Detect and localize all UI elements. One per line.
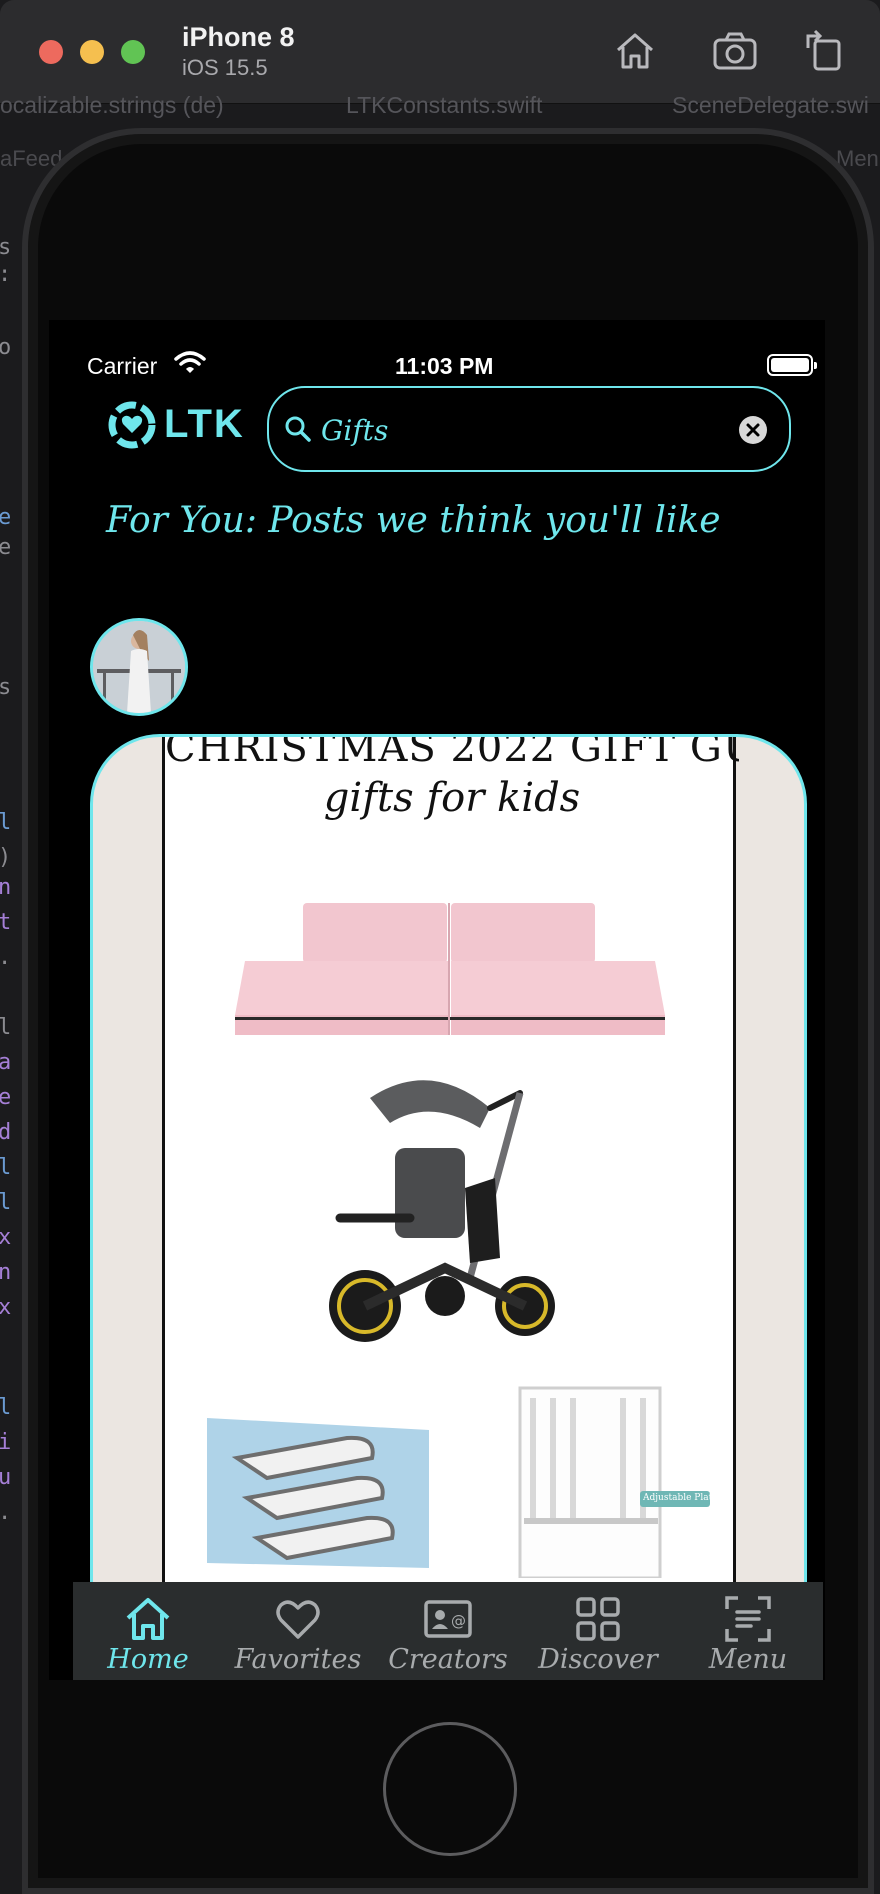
xcode-tab: LTKConstants.swift [346,92,543,118]
post-image: CHRISTMAS 2022 GIFT GUIDE gifts for kids [162,734,739,1680]
heart-icon [276,1600,320,1639]
tab-menu[interactable]: Menu [673,1582,823,1680]
xcode-tab: SceneDelegate.swi [672,92,869,118]
grid-icon [576,1597,620,1641]
creators-card-icon: @ [424,1600,472,1638]
tab-menu-label: Menu [708,1644,788,1675]
tricycle-stroller-product[interactable] [320,1068,570,1348]
tab-creators-label: Creators [388,1644,508,1675]
tab-home-label: Home [107,1644,189,1675]
search-bar[interactable] [267,386,791,472]
device-home-button[interactable] [383,1722,517,1856]
minimize-window-button[interactable] [80,40,104,64]
zoom-window-button[interactable] [121,40,145,64]
svg-text:@: @ [451,1612,466,1630]
status-bar: Carrier 11:03 PM [49,320,825,379]
xcode-code-gutter: s : o e e s l ) n t . l a e d l l x n x … [0,235,12,1525]
learning-tower-product[interactable] [510,1378,710,1578]
wifi-icon [174,351,206,373]
tab-home[interactable]: Home [73,1582,223,1680]
post-card[interactable]: CHRISTMAS 2022 GIFT GUIDE gifts for kids [90,734,807,1680]
ltk-heart-logo-icon [108,401,156,449]
tab-creators[interactable]: @ Creators [373,1582,523,1680]
tab-favorites[interactable]: Favorites [223,1582,373,1680]
search-icon [285,416,311,442]
status-time: 11:03 PM [395,353,494,379]
device-name: iPhone 8 [182,22,295,52]
bottom-tab-bar: Home Favorites @ Creators Discover Menu [73,1582,823,1680]
home-icon[interactable] [612,28,658,74]
creator-photo [93,621,185,713]
simulator-titlebar: iPhone 8 iOS 15.5 [0,0,880,104]
menu-scan-icon [725,1596,771,1642]
carrier-label: Carrier [87,353,158,379]
ledge-shelves-product[interactable] [207,1418,429,1568]
tab-discover[interactable]: Discover [523,1582,673,1680]
post-image-title: CHRISTMAS 2022 GIFT GUIDE [165,734,739,771]
app-screen: Carrier 11:03 PM LTK For You: Posts we t… [49,320,825,1680]
creator-avatar[interactable] [90,618,188,716]
post-image-subtitle: gifts for kids [323,775,581,821]
section-title: For You: Posts we think you'll like [106,500,721,541]
close-window-button[interactable] [39,40,63,64]
os-version: iOS 15.5 [182,55,268,80]
clear-search-icon[interactable] [739,416,767,444]
xcode-tab: ocalizable.strings (de) [0,92,224,118]
battery-icon [767,354,817,376]
tab-discover-label: Discover [538,1644,658,1675]
camera-icon[interactable] [712,28,758,74]
logo-text: LTK [164,402,245,446]
search-input[interactable] [321,410,721,450]
home-icon [126,1598,170,1640]
tab-favorites-label: Favorites [234,1644,362,1675]
rotate-icon[interactable] [802,28,848,74]
pink-sofa-product[interactable] [235,903,665,1043]
product-tag: Adjustable Platform [643,1493,711,1503]
